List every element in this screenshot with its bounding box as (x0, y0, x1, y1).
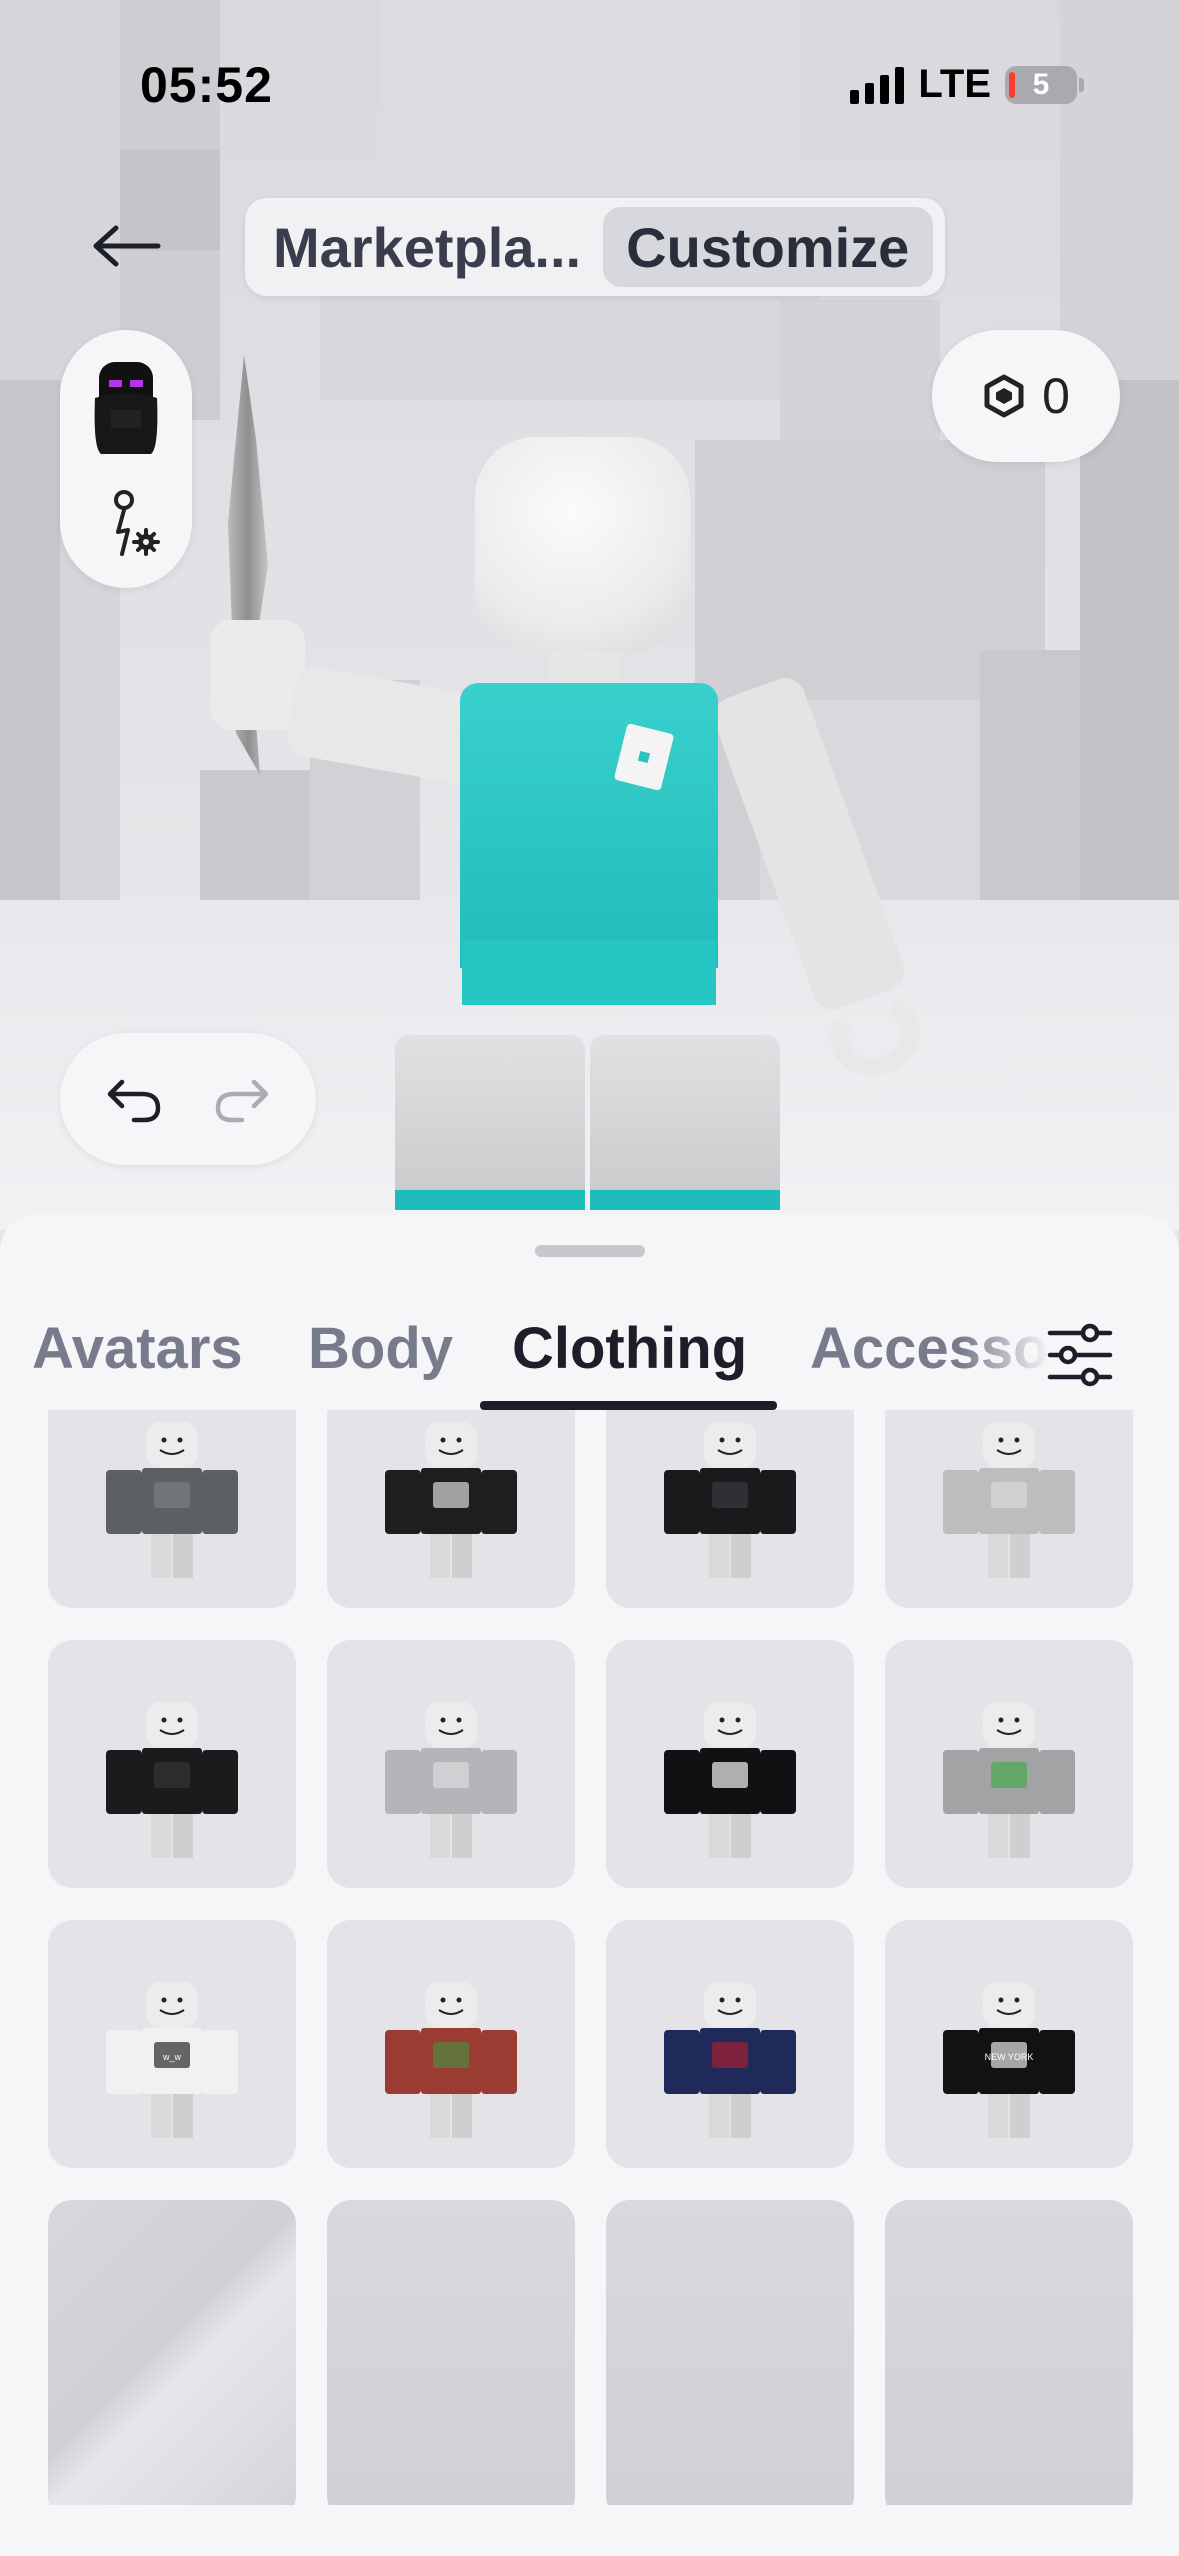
clothing-thumbnail (385, 1702, 517, 1858)
status-time: 05:52 (140, 57, 273, 113)
avatar-head (475, 437, 690, 652)
avatar-settings-icon[interactable] (100, 490, 160, 560)
clothing-item-striped-jersey[interactable] (606, 1920, 854, 2168)
tab-marketplace[interactable]: Marketpla... (257, 207, 603, 287)
avatar-tools-panel (60, 330, 192, 588)
loading-placeholder (48, 2200, 296, 2505)
battery-icon: 5 (1005, 65, 1077, 104)
filter-sliders-icon[interactable] (1040, 1315, 1120, 1395)
loading-placeholder (606, 2200, 854, 2505)
scene-block (1060, 0, 1179, 380)
robux-icon (984, 374, 1024, 418)
battery-tip (1079, 77, 1084, 92)
clothing-item-gray-wrinkled-shirt[interactable] (48, 1410, 296, 1608)
avatar-torso (460, 683, 718, 968)
shirt-print-text: NEW YORK (985, 2052, 1034, 2062)
clothing-thumbnail (106, 1702, 238, 1858)
category-tabs: Avatars Body Clothing Accesso (0, 1305, 1179, 1415)
tab-avatars[interactable]: Avatars (32, 1315, 243, 1382)
tab-clothing[interactable]: Clothing (512, 1315, 747, 1382)
clothing-thumbnail (943, 1702, 1075, 1858)
clothing-thumbnail (385, 1422, 517, 1578)
clothing-item-graffiti-shirt[interactable] (327, 1920, 575, 2168)
status-indicators: LTE 5 (850, 62, 1084, 107)
undo-icon[interactable] (104, 1074, 164, 1124)
back-button[interactable] (88, 210, 166, 282)
clothing-item-black-biohazard-shirt[interactable] (327, 1410, 575, 1608)
avatar-right-leg-trim (590, 1190, 780, 1210)
shirt-print-text: w_w (162, 2052, 182, 2062)
robux-amount: 0 (1042, 368, 1070, 424)
clothing-thumbnail: w_w (106, 1982, 238, 2138)
clothing-thumbnail (664, 1702, 796, 1858)
clothing-item-black-white-sleeve-shirt[interactable] (606, 1640, 854, 1888)
cellular-signal-icon (850, 66, 905, 104)
redo-icon[interactable] (212, 1074, 272, 1124)
clothing-item-black-puffer-jacket[interactable] (606, 1410, 854, 1608)
battery-level: 5 (1032, 67, 1050, 101)
sheet-drag-handle[interactable] (535, 1245, 645, 1257)
clothing-thumbnail (385, 1982, 517, 2138)
clothing-thumbnail (943, 1422, 1075, 1578)
customize-sheet: Avatars Body Clothing Accesso w_w NEW YOR… (0, 1215, 1179, 2556)
avatar-thumbnail[interactable] (87, 358, 165, 458)
scene-block (320, 280, 820, 400)
section-switcher: Marketpla... Customize (245, 198, 945, 296)
arrow-left-icon (93, 225, 161, 267)
tab-body[interactable]: Body (308, 1315, 453, 1382)
active-tab-indicator (480, 1401, 777, 1410)
clothing-item-gray-marble-shirt[interactable] (327, 1640, 575, 1888)
avatar-torso-base (462, 940, 716, 1005)
avatar-left-leg-trim (395, 1190, 585, 1210)
clothing-thumbnail: NEW YORK (943, 1982, 1075, 2138)
scene-block (380, 0, 800, 200)
tab-customize[interactable]: Customize (602, 207, 933, 287)
loading-placeholder (885, 2200, 1133, 2505)
network-type: LTE (918, 62, 991, 106)
clothing-item-silver-puffer-jacket[interactable] (885, 1410, 1133, 1608)
clothing-thumbnail (664, 1422, 796, 1578)
clothing-item-new-york-shirt[interactable]: NEW YORK (885, 1920, 1133, 2168)
loading-placeholder (327, 2200, 575, 2505)
clothing-item-gray-green-graphic-shirt[interactable] (885, 1640, 1133, 1888)
robux-balance-button[interactable]: 0 (932, 330, 1120, 462)
history-controls (60, 1033, 316, 1165)
clothing-grid: w_w NEW YORK (48, 1410, 1134, 2505)
avatar-left-leg (395, 1035, 585, 1210)
clothing-item-black-jacket[interactable] (48, 1640, 296, 1888)
clothing-item-white-graphic-tee[interactable]: w_w (48, 1920, 296, 2168)
clothing-thumbnail (664, 1982, 796, 2138)
clothing-thumbnail (106, 1422, 238, 1578)
avatar-right-leg (590, 1035, 780, 1210)
